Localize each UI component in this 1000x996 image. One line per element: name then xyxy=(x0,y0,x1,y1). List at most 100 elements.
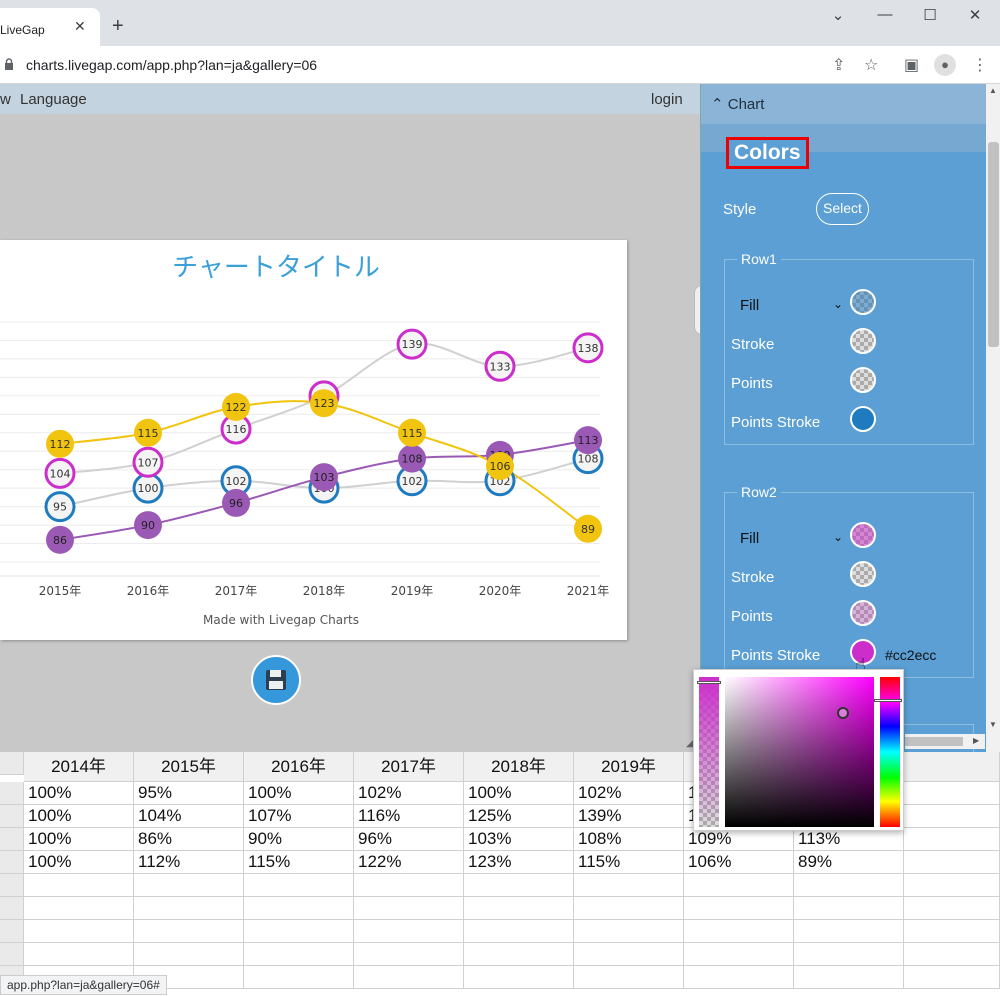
table-cell[interactable] xyxy=(244,874,354,897)
table-cell[interactable]: 89% xyxy=(794,851,904,874)
table-cell[interactable]: 107% xyxy=(244,805,354,828)
table-cell[interactable] xyxy=(904,874,1000,897)
table-cell[interactable] xyxy=(794,874,904,897)
table-cell[interactable] xyxy=(24,874,134,897)
maximize-icon[interactable]: ☐ xyxy=(915,6,945,24)
row2-fill-swatch[interactable] xyxy=(850,522,876,548)
table-cell[interactable] xyxy=(24,943,134,966)
table-cell[interactable]: 103% xyxy=(464,828,574,851)
table-cell[interactable] xyxy=(574,966,684,989)
table-cell[interactable] xyxy=(24,897,134,920)
data-point[interactable]: 112 xyxy=(46,429,74,458)
table-cell[interactable] xyxy=(244,943,354,966)
column-header[interactable]: 2014年 xyxy=(24,752,134,782)
table-cell[interactable] xyxy=(354,966,464,989)
new-tab-icon[interactable]: + xyxy=(112,16,124,36)
nav-language[interactable]: Language xyxy=(20,91,87,108)
table-cell[interactable] xyxy=(904,782,1000,805)
row-header[interactable] xyxy=(0,828,24,851)
nav-login[interactable]: login xyxy=(651,91,683,108)
side-panel-scrollbar[interactable]: ▲ ▼ xyxy=(986,84,1000,752)
table-cell[interactable] xyxy=(794,943,904,966)
table-cell[interactable] xyxy=(904,828,1000,851)
table-cell[interactable] xyxy=(794,966,904,989)
share-icon[interactable]: ⇪ xyxy=(832,55,845,75)
table-cell[interactable] xyxy=(354,897,464,920)
saturation-value-area[interactable] xyxy=(725,677,874,827)
data-point[interactable]: 86 xyxy=(46,525,74,554)
table-cell[interactable]: 86% xyxy=(134,828,244,851)
table-cell[interactable]: 139% xyxy=(574,805,684,828)
table-cell[interactable] xyxy=(904,805,1000,828)
data-point[interactable]: 103 xyxy=(310,463,338,492)
data-point[interactable]: 108 xyxy=(398,444,426,473)
hue-slider[interactable] xyxy=(874,677,902,827)
tab-close-icon[interactable]: ✕ xyxy=(74,18,86,35)
row1-stroke-swatch[interactable] xyxy=(850,328,876,354)
table-cell[interactable]: 109% xyxy=(684,828,794,851)
data-point[interactable]: 104 xyxy=(44,457,76,489)
table-cell[interactable] xyxy=(574,897,684,920)
data-point[interactable]: 100 xyxy=(132,472,164,504)
hscroll-thumb[interactable] xyxy=(905,737,963,746)
bookmark-star-icon[interactable]: ☆ xyxy=(864,55,878,75)
row2-stroke-swatch[interactable] xyxy=(850,561,876,587)
table-cell[interactable] xyxy=(904,920,1000,943)
data-point[interactable]: 123 xyxy=(310,389,338,418)
minimize-icon[interactable]: — xyxy=(870,6,900,23)
table-cell[interactable] xyxy=(244,920,354,943)
table-cell[interactable]: 102% xyxy=(354,782,464,805)
chevron-down-icon[interactable]: ⌄ xyxy=(833,530,843,544)
column-header[interactable]: 2019年 xyxy=(574,752,684,782)
table-cell[interactable] xyxy=(904,966,1000,989)
row1-points-stroke-swatch[interactable] xyxy=(850,406,876,432)
side-panel-hscrollbar[interactable]: ▶ xyxy=(905,734,985,749)
data-point[interactable]: 113 xyxy=(574,426,602,455)
table-cell[interactable] xyxy=(134,943,244,966)
alpha-slider-handle[interactable] xyxy=(697,681,721,684)
side-panel-scroll-thumb[interactable] xyxy=(988,142,999,347)
row2-points-swatch[interactable] xyxy=(850,600,876,626)
url-field[interactable]: charts.livegap.com/app.php?lan=ja&galler… xyxy=(26,57,317,73)
table-cell[interactable]: 113% xyxy=(794,828,904,851)
table-cell[interactable] xyxy=(794,897,904,920)
table-cell[interactable] xyxy=(904,943,1000,966)
hue-slider-handle[interactable] xyxy=(874,699,902,702)
table-cell[interactable] xyxy=(464,897,574,920)
table-cell[interactable] xyxy=(574,920,684,943)
row2-fill-select[interactable]: Fill xyxy=(740,530,759,547)
table-cell[interactable] xyxy=(684,897,794,920)
table-cell[interactable] xyxy=(464,874,574,897)
table-cell[interactable]: 100% xyxy=(464,782,574,805)
data-point[interactable]: 133 xyxy=(484,350,516,382)
column-header[interactable]: 2015年 xyxy=(134,752,244,782)
saturation-value-handle[interactable] xyxy=(837,707,849,719)
table-cell[interactable] xyxy=(24,920,134,943)
menu-kebab-icon[interactable]: ⋮ xyxy=(972,55,988,75)
table-cell[interactable]: 123% xyxy=(464,851,574,874)
chart-section-header[interactable]: ⌃ Chart xyxy=(701,84,986,124)
table-cell[interactable]: 115% xyxy=(244,851,354,874)
data-point[interactable]: 107 xyxy=(132,446,164,478)
table-cell[interactable]: 116% xyxy=(354,805,464,828)
column-header[interactable] xyxy=(904,752,1000,782)
data-point[interactable]: 90 xyxy=(134,511,162,540)
alpha-slider[interactable] xyxy=(697,677,721,827)
table-cell[interactable] xyxy=(354,874,464,897)
table-cell[interactable]: 115% xyxy=(574,851,684,874)
row-header[interactable] xyxy=(0,805,24,828)
data-point[interactable]: 96 xyxy=(222,488,250,517)
scroll-up-icon[interactable]: ▲ xyxy=(989,86,997,95)
table-cell[interactable]: 100% xyxy=(24,828,134,851)
side-panel-icon[interactable]: ▣ xyxy=(904,55,919,75)
data-point[interactable]: 95 xyxy=(44,491,76,523)
row-header[interactable] xyxy=(0,874,24,897)
column-header[interactable]: 2016年 xyxy=(244,752,354,782)
table-cell[interactable] xyxy=(574,943,684,966)
table-cell[interactable]: 96% xyxy=(354,828,464,851)
table-cell[interactable] xyxy=(464,943,574,966)
table-cell[interactable]: 100% xyxy=(244,782,354,805)
row2-points-stroke-hex[interactable]: #cc2ecc xyxy=(885,647,936,663)
table-cell[interactable] xyxy=(354,920,464,943)
table-cell[interactable] xyxy=(684,966,794,989)
